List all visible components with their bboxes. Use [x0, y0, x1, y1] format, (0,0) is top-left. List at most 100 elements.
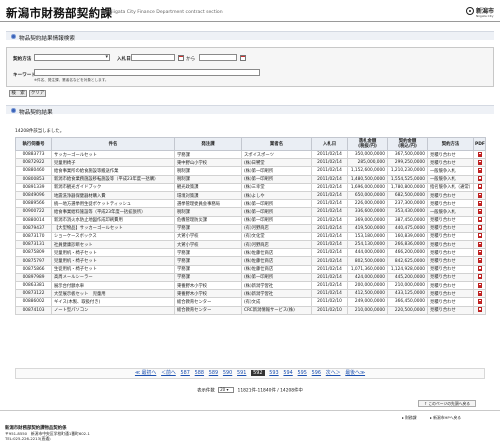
pdf-icon[interactable] [477, 176, 482, 182]
table-cell[interactable]: 統一地方選挙用生徒ポケットティッシュ [51, 199, 175, 209]
pdf-cell[interactable] [473, 158, 486, 168]
table-cell[interactable]: ノート型パソコン [51, 305, 175, 315]
pdf-icon[interactable] [477, 233, 482, 239]
pdf-cell[interactable] [473, 215, 486, 225]
pager-page-link[interactable]: 592 [251, 370, 265, 376]
table-cell[interactable]: 新潟市給食業務施設移転施設等（平成23年度一括購） [51, 174, 175, 184]
pdf-cell[interactable] [473, 231, 486, 242]
column-header: 執行伺番号 [15, 137, 52, 151]
pager-prev-link[interactable]: ＜前へ [161, 370, 176, 376]
pdf-cell[interactable] [473, 207, 486, 217]
table-cell[interactable]: 高周メールシーラー [51, 272, 175, 283]
table-cell[interactable]: サッカーゴールセット [51, 149, 175, 160]
pdf-cell[interactable] [473, 272, 486, 283]
pdf-cell[interactable] [473, 223, 486, 233]
footer-link-finance[interactable]: ▸ 財務課 [402, 415, 417, 421]
pdf-cell[interactable] [473, 182, 486, 192]
method-select[interactable] [34, 54, 110, 61]
back-to-top-button[interactable]: ↑ このページの先頭へ戻る [418, 400, 476, 407]
pdf-icon[interactable] [477, 258, 482, 264]
pager-page-link[interactable]: 590 [223, 370, 232, 376]
per-page-label: 表示件数 [197, 388, 215, 394]
pdf-icon[interactable] [477, 159, 482, 165]
table-cell: 440,475,0000 [387, 223, 428, 233]
pager-last-link[interactable]: 最後へ≫ [345, 370, 365, 376]
table-cell[interactable]: 給食事業給料施設等（平成23年度一括拡張所） [51, 207, 175, 217]
pdf-icon[interactable] [477, 208, 482, 214]
clear-button[interactable]: クリア [29, 90, 46, 97]
table-cell[interactable]: 児童用机・椅子セット [51, 256, 175, 266]
footer-link-hp[interactable]: ▸ 新潟市HPへ戻る [430, 415, 461, 421]
table-cell[interactable]: 児童用机・椅子セット [51, 248, 175, 258]
pdf-icon[interactable] [477, 200, 482, 206]
pdf-cell[interactable] [473, 297, 486, 307]
table-cell[interactable]: 展示台付額水車 [51, 280, 175, 291]
table-cell[interactable]: 新潟市観光ガイドブック [51, 182, 175, 192]
pdf-icon[interactable] [477, 192, 482, 198]
pdf-cell[interactable] [473, 174, 486, 184]
pdf-icon[interactable] [477, 307, 482, 313]
table-cell[interactable]: 給食事業所の給食施設等搬送作業 [51, 166, 175, 176]
table-cell[interactable]: ショーケースボックス [51, 231, 175, 242]
keyword-input[interactable] [34, 69, 260, 76]
table-cell: 369,000,0000 [347, 215, 388, 225]
pdf-icon[interactable] [477, 249, 482, 255]
pager-page-link[interactable]: 594 [283, 370, 292, 376]
table-cell[interactable]: 生徒用机・椅子セット [51, 264, 175, 274]
table-row: 00800853 新潟市給食業務施設移転施設等（平成23年度一括購） 税制課 (株)第… [15, 174, 486, 184]
pdf-icon[interactable] [477, 274, 482, 280]
pdf-cell[interactable] [473, 248, 486, 258]
pager-page-link[interactable]: 591 [237, 370, 246, 376]
pdf-cell[interactable] [473, 149, 486, 160]
pager-page-link[interactable]: 588 [195, 370, 204, 376]
pdf-icon[interactable] [477, 225, 482, 231]
pdf-icon[interactable] [477, 151, 482, 157]
table-cell[interactable]: 社員健康診断セット [51, 240, 175, 250]
table-row: 00873122 大型展示板セット 児童用 東養野木小学校 (株)新潟学習社 2011/… [15, 289, 486, 299]
table-cell[interactable]: 児童用椅子 [51, 158, 175, 168]
pdf-icon[interactable] [477, 241, 482, 247]
search-button[interactable]: 検 索 [9, 90, 27, 97]
table-cell: 見積り合わせ [427, 248, 474, 258]
pdf-cell[interactable] [473, 264, 486, 274]
table-cell[interactable]: 【大型物品】サッカーゴールセット [51, 223, 175, 233]
pdf-cell[interactable] [473, 289, 486, 299]
pager-first-link[interactable]: ≪ 最初へ [135, 370, 156, 376]
pager-page-link[interactable]: 589 [209, 370, 218, 376]
calendar-from-icon[interactable] [178, 54, 184, 61]
pdf-icon[interactable] [477, 290, 482, 296]
date-from-input[interactable] [131, 54, 175, 61]
per-page-select[interactable]: 20 ▾ [218, 387, 235, 393]
date-to-input[interactable] [199, 54, 237, 61]
pdf-cell[interactable] [473, 199, 486, 209]
table-cell[interactable]: 地震洗浄器保健器材購入費 [51, 190, 175, 201]
pdf-icon[interactable] [477, 217, 482, 223]
pager-page-link[interactable]: 595 [298, 370, 307, 376]
calendar-to-icon[interactable] [240, 54, 246, 61]
city-logo[interactable]: 新潟市 Niigata City [466, 5, 496, 19]
pdf-icon[interactable] [477, 167, 482, 173]
pdf-icon[interactable] [477, 282, 482, 288]
pager-next-link[interactable]: 次へ＞ [326, 370, 341, 376]
pdf-cell[interactable] [473, 280, 486, 291]
table-row: 00879437 【大型物品】サッカーゴールセット 学務課 (有)河野商店 2011/0… [15, 223, 486, 233]
pdf-cell[interactable] [473, 190, 486, 201]
result-section-title: 物品契約結果 [19, 109, 53, 116]
pdf-icon[interactable] [477, 184, 482, 190]
pdf-icon[interactable] [477, 266, 482, 272]
pager-page-link[interactable]: 596 [312, 370, 321, 376]
per-page-range: 11821件-11840件 / 14208件中 [237, 388, 303, 394]
table-cell[interactable]: 大型展示板セット 児童用 [51, 289, 175, 299]
pdf-cell[interactable] [473, 166, 486, 176]
pdf-icon[interactable] [477, 298, 482, 304]
results-table: 執行伺番号 件名 発注課 業者名 入札日 落札金額 (税抜/円) 契約金額 (税込/円) 契約… [15, 137, 486, 315]
pager-page-link[interactable]: 593 [269, 370, 278, 376]
arrow-up-icon: ↑ [423, 401, 428, 406]
pdf-cell[interactable] [473, 240, 486, 250]
table-cell[interactable]: 新潟市消火水防止地図作成印刷費用 [51, 215, 175, 225]
table-cell: 00873122 [15, 289, 52, 299]
table-cell[interactable]: ギイス(木製、取扱付き) [51, 297, 175, 307]
pdf-cell[interactable] [473, 256, 486, 266]
pdf-cell[interactable] [473, 305, 486, 315]
pager-page-link[interactable]: 587 [181, 370, 190, 376]
